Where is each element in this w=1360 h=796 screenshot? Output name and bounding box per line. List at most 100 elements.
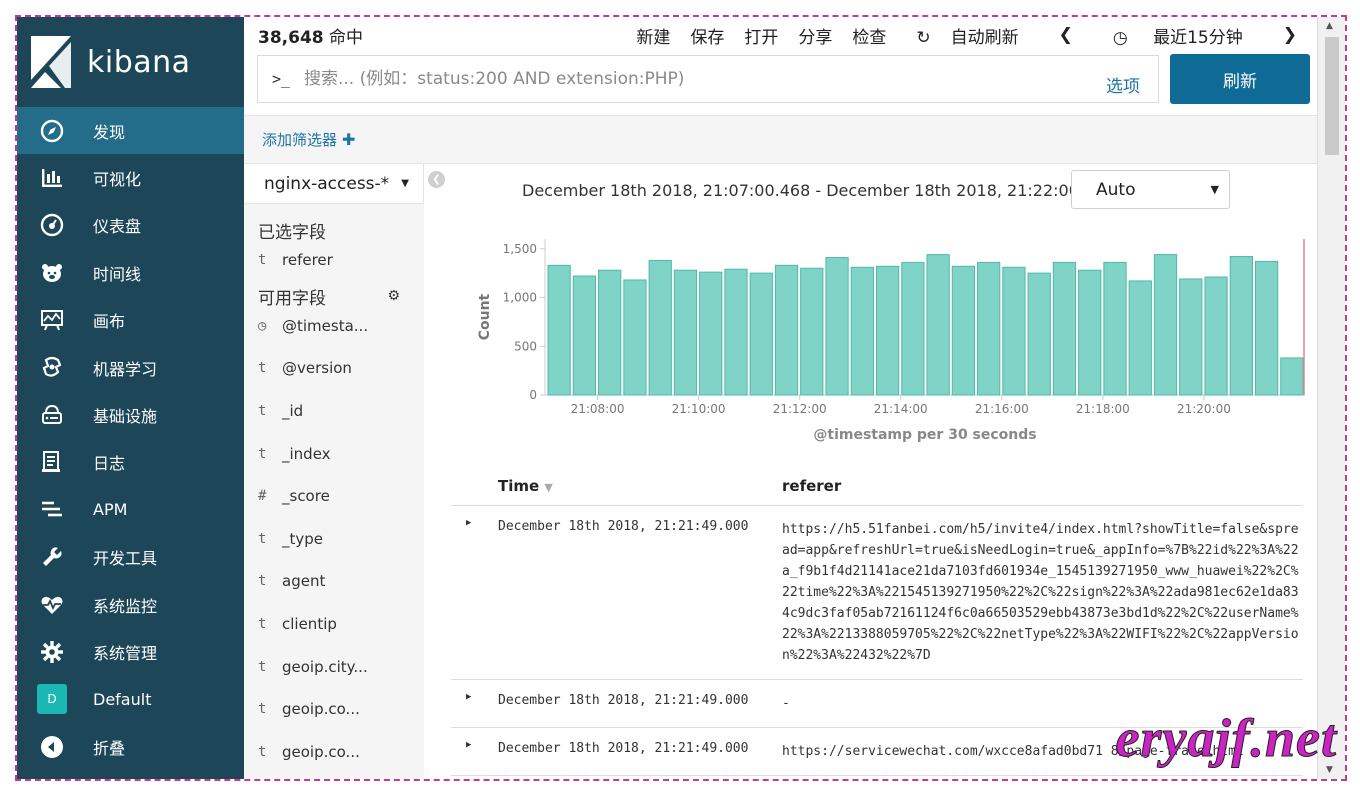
scrollbar-thumb[interactable] — [1325, 37, 1339, 155]
histogram-bar[interactable] — [1027, 272, 1051, 396]
histogram-bar[interactable] — [749, 272, 773, 396]
sidebar-collapse-button[interactable]: 折叠 — [17, 723, 244, 770]
field-item[interactable]: t geoip.co... — [244, 688, 424, 731]
time-back-button[interactable]: ❮ — [1039, 25, 1093, 45]
histogram-bar[interactable] — [926, 254, 950, 396]
sidebar-item-infrastructure[interactable]: 基础设施 — [17, 391, 244, 438]
query-options-link[interactable]: 选项 — [1106, 62, 1158, 97]
space-avatar: D — [37, 684, 67, 715]
expand-row-icon[interactable]: ▶ — [451, 728, 498, 775]
histogram-bar[interactable] — [825, 257, 849, 396]
sidebar-item-logs[interactable]: 日志 — [17, 439, 244, 486]
histogram-bar[interactable] — [1052, 261, 1077, 396]
histogram-bar[interactable] — [598, 269, 622, 396]
histogram-bar[interactable] — [572, 275, 597, 396]
sidebar-item-machine-learning[interactable]: 机器学习 — [17, 344, 244, 391]
histogram-bar[interactable] — [1002, 266, 1026, 396]
index-pattern-label: nginx-access-* — [264, 173, 390, 194]
sidebar-item-compass[interactable]: 发现 — [17, 107, 244, 155]
histogram-chart[interactable]: 0 500 1,000 1,500 21:08:00 21:10:00 21:12:00 21… — [457, 227, 1317, 447]
expand-row-icon[interactable]: ▶ — [451, 680, 498, 727]
field-item[interactable]: t _id — [244, 390, 424, 433]
field-item[interactable]: t geoip.city... — [244, 645, 424, 688]
field-item[interactable]: t _index — [244, 432, 424, 475]
scroll-up-icon[interactable]: ▲ — [1326, 21, 1333, 31]
histogram-bar[interactable] — [800, 267, 824, 396]
page-scrollbar[interactable]: ▲ ▼ — [1317, 17, 1345, 779]
histogram-bar[interactable] — [951, 265, 976, 396]
table-row[interactable]: ▶ December 18th 2018, 21:21:49.000 https:/… — [451, 506, 1303, 680]
sidebar-item-bear[interactable]: 时间线 — [17, 249, 244, 296]
x-axis-label: @timestamp per 30 seconds — [813, 427, 1036, 443]
field-item[interactable]: # _score — [244, 475, 424, 518]
field-item[interactable]: t @version — [244, 347, 424, 390]
histogram-bar[interactable] — [547, 264, 571, 396]
index-pattern-select[interactable]: nginx-access-* ▼ — [244, 164, 424, 204]
field-item[interactable]: ◷ @timesta... — [244, 305, 424, 348]
field-name: geoip.city... — [282, 657, 368, 676]
field-name: agent — [282, 572, 326, 591]
x-tick-label: 21:20:00 — [1177, 402, 1231, 416]
open-button[interactable]: 打开 — [734, 23, 788, 48]
sidebar-item-dashboard[interactable]: 仪表盘 — [17, 202, 244, 249]
share-button[interactable]: 分享 — [788, 23, 842, 48]
inspect-button[interactable]: 检查 — [842, 23, 896, 48]
kibana-logo[interactable]: kibana — [17, 17, 244, 107]
histogram-bar[interactable] — [1103, 261, 1127, 396]
field-item[interactable]: t geoip.co... — [244, 731, 424, 774]
histogram-bar[interactable] — [901, 261, 925, 396]
y-tick-label: 1,500 — [503, 242, 537, 256]
x-tick-label: 21:08:00 — [571, 402, 625, 416]
interval-select[interactable]: Auto ▼ — [1071, 170, 1230, 209]
search-input[interactable] — [304, 69, 1106, 89]
auto-refresh-button[interactable]: ↻ 自动刷新 — [896, 23, 1038, 48]
histogram-bar[interactable] — [648, 259, 672, 396]
histogram-bar[interactable] — [673, 269, 698, 396]
histogram-bar[interactable] — [1179, 278, 1203, 396]
histogram-bar[interactable] — [774, 264, 799, 396]
sidebar-item-gear[interactable]: 系统管理 — [17, 628, 244, 675]
sidebar-item-heartbeat[interactable]: 系统监控 — [17, 581, 244, 628]
add-filter-button[interactable]: 添加筛选器 ✚ — [262, 129, 355, 150]
field-item[interactable]: t agent — [244, 560, 424, 603]
histogram-bar[interactable] — [977, 261, 1001, 396]
histogram-bar[interactable] — [724, 268, 748, 396]
canvas-icon — [39, 307, 65, 333]
histogram-bar[interactable] — [1204, 276, 1228, 396]
histogram-bar[interactable] — [623, 279, 647, 396]
new-button[interactable]: 新建 — [626, 23, 680, 48]
x-tick-label: 21:16:00 — [975, 402, 1029, 416]
histogram-bar[interactable] — [1229, 256, 1253, 396]
histogram-bar[interactable] — [1153, 254, 1178, 396]
time-column-header[interactable]: Time ▼ — [451, 477, 782, 495]
sidebar-item-label: 仪表盘 — [93, 217, 142, 237]
hits-counter: 38,648 命中 — [244, 23, 363, 48]
field-type-icon: # — [258, 488, 267, 505]
sidebar-item-bar-chart[interactable]: 可视化 — [17, 154, 244, 201]
time-picker-button[interactable]: ◷ 最近15分钟 — [1093, 23, 1263, 48]
refresh-button[interactable]: 刷新 — [1170, 54, 1310, 104]
histogram-bar[interactable] — [875, 265, 900, 396]
field-item[interactable]: t _type — [244, 518, 424, 561]
sidebar-item-apm[interactable]: APM — [17, 486, 244, 533]
gear-icon[interactable]: ⚙ — [387, 288, 400, 304]
save-button[interactable]: 保存 — [680, 23, 734, 48]
expand-row-icon[interactable]: ▶ — [451, 506, 498, 679]
histogram-bar[interactable] — [1078, 269, 1102, 396]
field-item[interactable]: t referer — [244, 239, 424, 282]
histogram-bar[interactable] — [1254, 260, 1279, 396]
infrastructure-icon — [39, 402, 65, 428]
sidebar-item-label: 日志 — [93, 454, 126, 474]
histogram-bar[interactable] — [850, 266, 874, 396]
sidebar-item-canvas[interactable]: 画布 — [17, 297, 244, 344]
time-forward-button[interactable]: ❯ — [1263, 25, 1317, 45]
histogram-bar[interactable] — [1280, 357, 1304, 396]
referer-column-header[interactable]: referer — [782, 477, 841, 495]
field-item[interactable]: t clientip — [244, 603, 424, 646]
histogram-bar[interactable] — [1128, 280, 1152, 396]
collapse-sidebar-toggle[interactable]: ❮ — [428, 171, 445, 188]
sidebar-item-wrench[interactable]: 开发工具 — [17, 534, 244, 581]
histogram-bar[interactable] — [699, 271, 723, 396]
sidebar-item-default-space[interactable]: D Default — [17, 676, 244, 723]
sort-down-icon[interactable]: ▼ — [544, 481, 552, 494]
